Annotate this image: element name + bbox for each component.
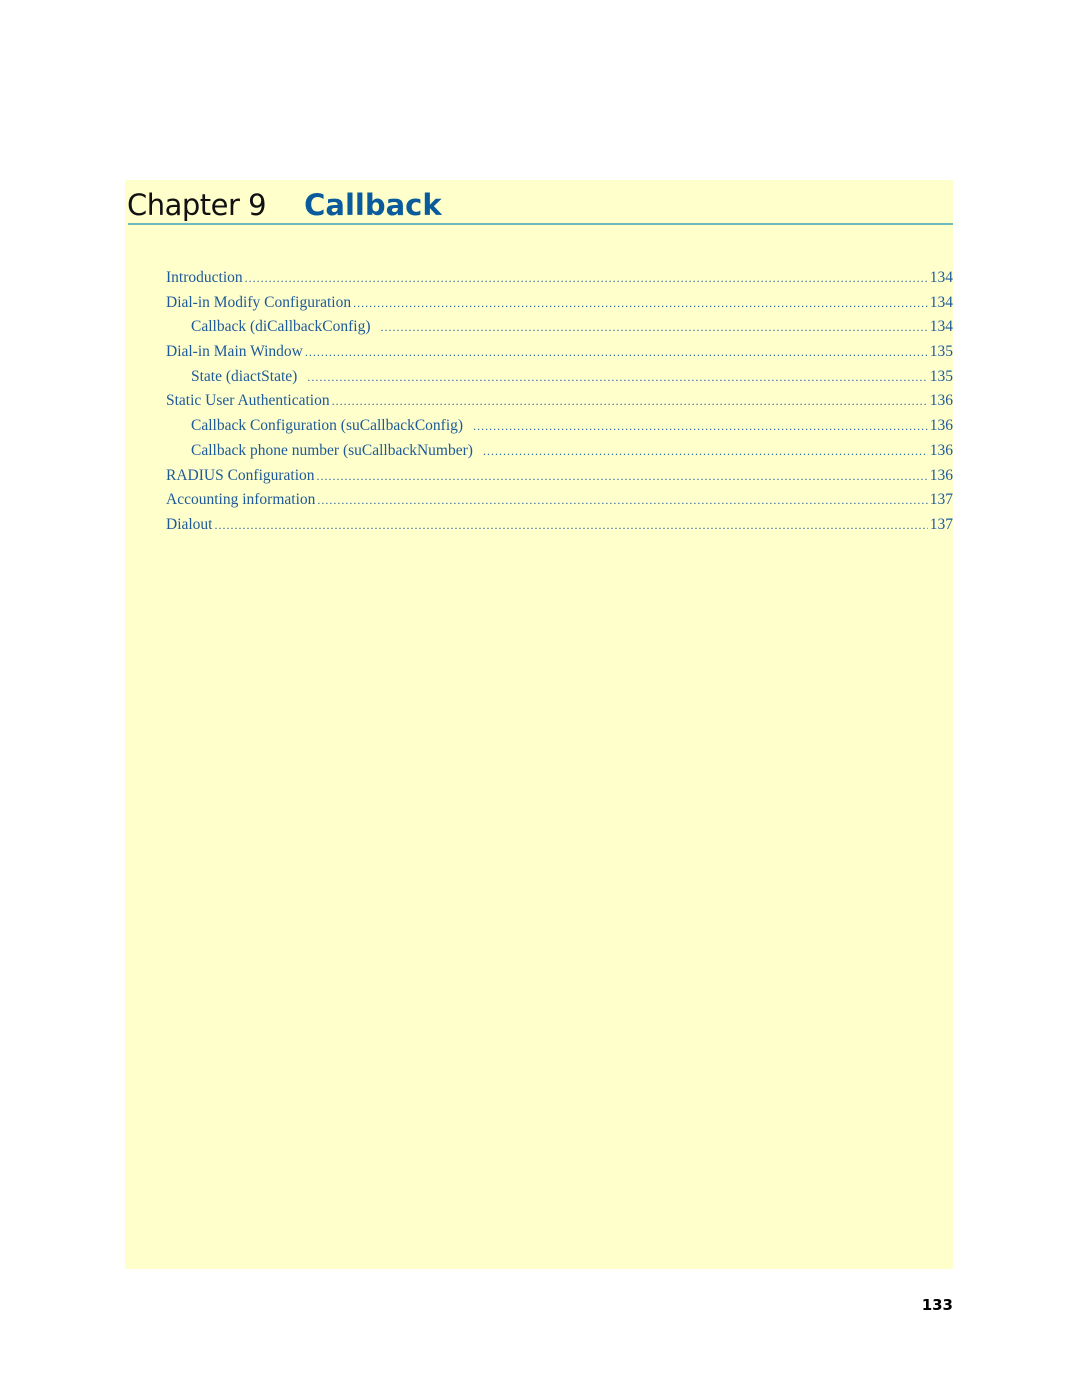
toc-entry-page[interactable]: 137 bbox=[930, 488, 953, 513]
toc-dot-leader bbox=[332, 389, 928, 414]
toc-entry-label[interactable]: Callback (diCallbackConfig) bbox=[191, 315, 371, 340]
toc-entry-dial-in-main-window[interactable]: Dial-in Main Window 135 bbox=[166, 340, 953, 365]
toc-entry-introduction[interactable]: Introduction 134 bbox=[166, 266, 953, 291]
toc-dot-leader bbox=[473, 414, 928, 439]
toc-entry-page[interactable]: 134 bbox=[930, 291, 953, 316]
toc-entry-callback-dicallbackconfig[interactable]: Callback (diCallbackConfig) 134 bbox=[166, 315, 953, 340]
toc-entry-dialout[interactable]: Dialout 137 bbox=[166, 513, 953, 538]
toc-dot-leader bbox=[317, 488, 927, 513]
toc-entry-label[interactable]: Static User Authentication bbox=[166, 389, 330, 414]
toc-dot-leader bbox=[381, 315, 928, 340]
toc-entry-label[interactable]: State (diactState) bbox=[191, 365, 297, 390]
chapter-label: Chapter 9 bbox=[127, 188, 267, 222]
chapter-heading: Chapter 9 Callback bbox=[127, 180, 442, 224]
toc-entry-page[interactable]: 136 bbox=[930, 389, 953, 414]
toc-dot-leader bbox=[317, 464, 928, 489]
toc-entry-accounting-information[interactable]: Accounting information 137 bbox=[166, 488, 953, 513]
toc-dot-leader bbox=[215, 513, 928, 538]
heading-divider bbox=[128, 223, 953, 225]
toc-entry-dial-in-modify-configuration[interactable]: Dial-in Modify Configuration 134 bbox=[166, 291, 953, 316]
chapter-panel: Chapter 9 Callback Introduction 134 Dial… bbox=[125, 180, 953, 1269]
toc-entry-page[interactable]: 135 bbox=[930, 340, 953, 365]
toc-entry-state-diactstate[interactable]: State (diactState) 135 bbox=[166, 365, 953, 390]
toc-dot-leader bbox=[483, 439, 928, 464]
toc-entry-label[interactable]: Callback phone number (suCallbackNumber) bbox=[191, 439, 473, 464]
toc-dot-leader bbox=[307, 365, 927, 390]
toc-entry-page[interactable]: 136 bbox=[930, 464, 953, 489]
toc-entry-page[interactable]: 134 bbox=[930, 315, 953, 340]
toc-entry-label[interactable]: Dialout bbox=[166, 513, 213, 538]
toc-dot-leader bbox=[305, 340, 928, 365]
toc-entry-label[interactable]: Introduction bbox=[166, 266, 243, 291]
toc-dot-leader bbox=[353, 291, 928, 316]
toc-entry-label[interactable]: Dial-in Modify Configuration bbox=[166, 291, 351, 316]
toc-entry-callback-configuration[interactable]: Callback Configuration (suCallbackConfig… bbox=[166, 414, 953, 439]
toc-entry-label[interactable]: RADIUS Configuration bbox=[166, 464, 315, 489]
toc-entry-page[interactable]: 136 bbox=[930, 439, 953, 464]
toc-dot-leader bbox=[245, 266, 928, 291]
toc-entry-label[interactable]: Callback Configuration (suCallbackConfig… bbox=[191, 414, 463, 439]
toc-entry-label[interactable]: Dial-in Main Window bbox=[166, 340, 303, 365]
page-number: 133 bbox=[921, 1296, 953, 1314]
table-of-contents: Introduction 134 Dial-in Modify Configur… bbox=[166, 266, 953, 538]
toc-entry-page[interactable]: 136 bbox=[930, 414, 953, 439]
toc-entry-radius-configuration[interactable]: RADIUS Configuration 136 bbox=[166, 464, 953, 489]
toc-entry-label[interactable]: Accounting information bbox=[166, 488, 315, 513]
toc-entry-static-user-authentication[interactable]: Static User Authentication 136 bbox=[166, 389, 953, 414]
toc-entry-callback-phone-number[interactable]: Callback phone number (suCallbackNumber)… bbox=[166, 439, 953, 464]
toc-entry-page[interactable]: 137 bbox=[930, 513, 953, 538]
toc-entry-page[interactable]: 134 bbox=[930, 266, 953, 291]
chapter-title: Callback bbox=[304, 188, 442, 222]
toc-entry-page[interactable]: 135 bbox=[930, 365, 953, 390]
